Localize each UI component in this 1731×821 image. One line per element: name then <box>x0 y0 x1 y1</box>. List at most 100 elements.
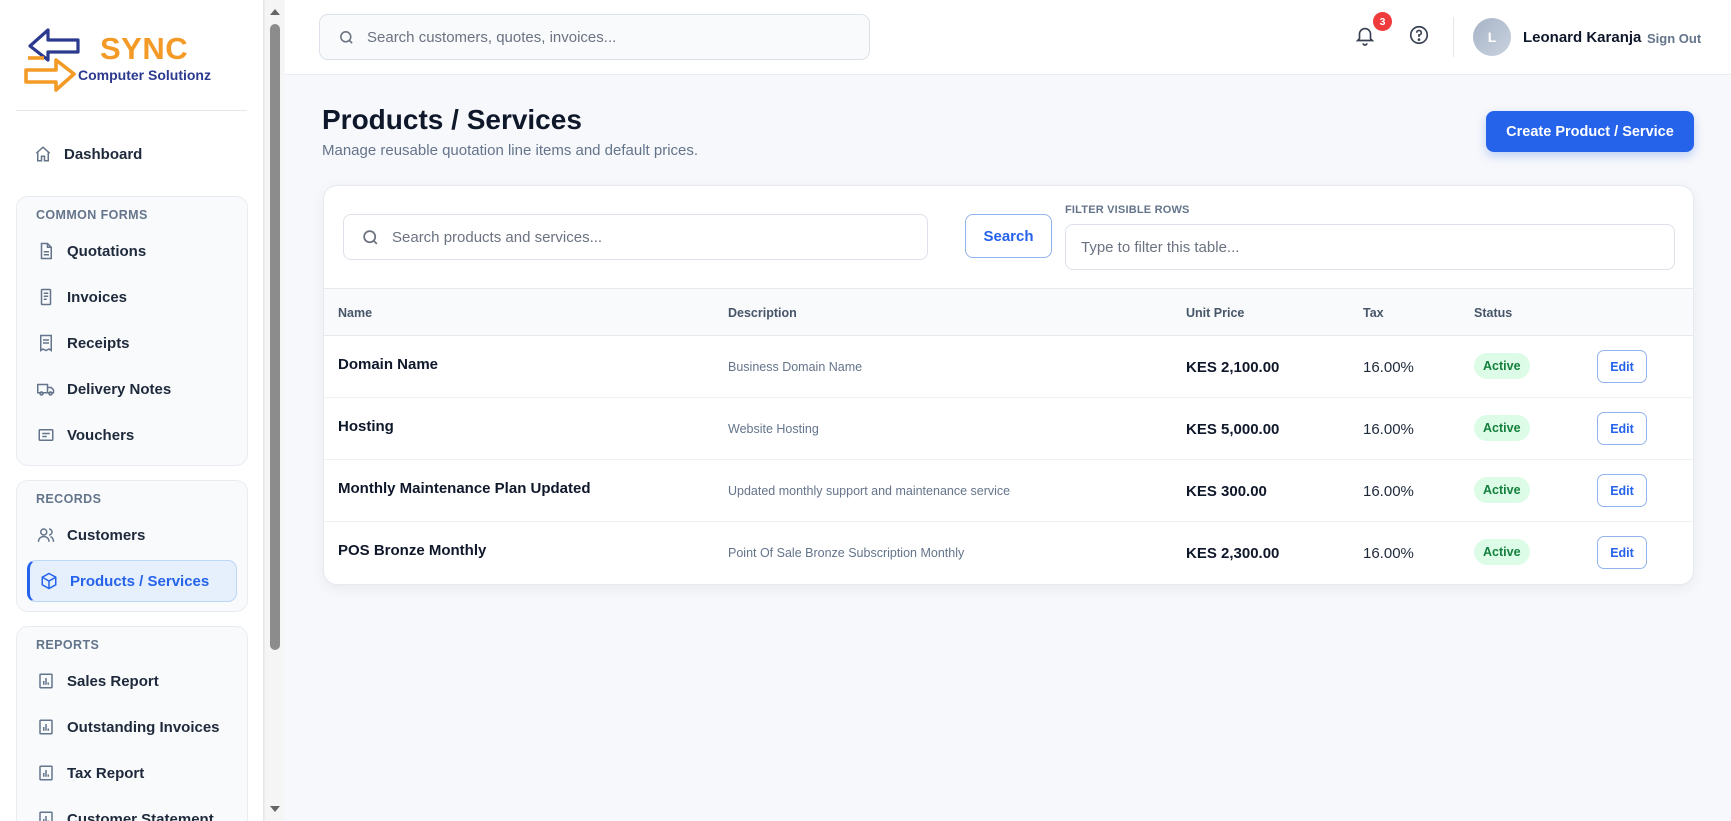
sidebar-item-receipts[interactable]: Receipts <box>37 329 130 357</box>
scroll-down-arrow-icon[interactable] <box>270 806 280 812</box>
edit-button[interactable]: Edit <box>1597 536 1647 569</box>
sidebar-item-dashboard[interactable]: Dashboard <box>34 140 142 168</box>
column-header-status[interactable]: Status <box>1474 306 1512 320</box>
column-header-unit-price[interactable]: Unit Price <box>1186 306 1244 320</box>
group-title: REPORTS <box>36 638 100 652</box>
tax-rate: 16.00% <box>1363 359 1414 376</box>
sidebar-item-label: Products / Services <box>70 572 210 590</box>
page-subtitle: Manage reusable quotation line items and… <box>322 142 699 159</box>
group-title: RECORDS <box>36 492 102 506</box>
unit-price: KES 2,100.00 <box>1186 359 1280 376</box>
report-icon <box>37 810 55 821</box>
product-name: Hosting <box>338 418 394 435</box>
sidebar-item-label: Sales Report <box>67 672 159 690</box>
brand-name: SYNC <box>100 31 189 66</box>
table-row: Monthly Maintenance Plan Updated Updated… <box>324 460 1693 522</box>
sidebar-item-products-services[interactable]: Products / Services <box>27 560 237 602</box>
column-header-tax[interactable]: Tax <box>1363 306 1384 320</box>
sidebar-item-label: Quotations <box>67 242 147 260</box>
search-icon <box>361 228 380 247</box>
topbar: 3 L Leonard Karanja Sign Out <box>285 0 1731 75</box>
sidebar-item-tax-report[interactable]: Tax Report <box>37 759 144 787</box>
filter-rows-input[interactable] <box>1065 224 1675 270</box>
sidebar-scrollbar[interactable] <box>264 0 284 821</box>
nav-group-reports: REPORTS Sales Report Outstanding Invoice… <box>16 626 248 821</box>
tax-rate: 16.00% <box>1363 483 1414 500</box>
avatar[interactable]: L <box>1473 18 1511 56</box>
status-badge: Active <box>1474 477 1530 503</box>
report-icon <box>37 672 55 690</box>
sidebar-item-label: Tax Report <box>67 764 145 782</box>
page-title: Products / Services <box>322 104 582 135</box>
user-name: Leonard Karanja <box>1523 29 1642 46</box>
logo-arrows-icon <box>24 28 80 92</box>
sidebar-item-label: Customers <box>67 526 146 544</box>
sidebar-item-label: Invoices <box>67 288 128 306</box>
table-row: Domain Name Business Domain Name KES 2,1… <box>324 336 1693 398</box>
table-row: POS Bronze Monthly Point Of Sale Bronze … <box>324 522 1693 584</box>
products-card: Search FILTER VISIBLE ROWS Name Descript… <box>323 185 1694 585</box>
unit-price: KES 300.00 <box>1186 483 1267 500</box>
sidebar-item-label: Receipts <box>67 334 130 352</box>
sidebar-item-quotations[interactable]: Quotations <box>37 237 146 265</box>
help-icon[interactable] <box>1408 24 1432 48</box>
global-search-input[interactable] <box>367 28 847 46</box>
divider <box>16 110 247 111</box>
status-badge: Active <box>1474 539 1530 565</box>
product-description: Website Hosting <box>728 422 819 436</box>
edit-button[interactable]: Edit <box>1597 350 1647 383</box>
notification-badge: 3 <box>1373 12 1392 31</box>
sidebar-item-vouchers[interactable]: Vouchers <box>37 421 134 449</box>
edit-button[interactable]: Edit <box>1597 474 1647 507</box>
tax-rate: 16.00% <box>1363 545 1414 562</box>
table-header: Name Description Unit Price Tax Status <box>324 288 1693 336</box>
receipt-icon <box>37 334 55 352</box>
product-description: Business Domain Name <box>728 360 863 374</box>
sidebar-item-label: Dashboard <box>64 145 143 163</box>
sidebar-item-label: Outstanding Invoices <box>67 718 220 736</box>
nav-group-common-forms: COMMON FORMS Quotations Invoices Receipt… <box>16 196 248 466</box>
table-row: Hosting Website Hosting KES 5,000.00 16.… <box>324 398 1693 460</box>
report-icon <box>37 718 55 736</box>
sign-out-link[interactable]: Sign Out <box>1647 31 1701 46</box>
product-name: Domain Name <box>338 356 439 373</box>
product-name: Monthly Maintenance Plan Updated <box>338 480 591 497</box>
product-search[interactable] <box>343 214 928 260</box>
sidebar-item-label: Vouchers <box>67 426 135 444</box>
search-button[interactable]: Search <box>965 214 1052 258</box>
voucher-icon <box>37 426 55 444</box>
box-icon <box>40 572 58 590</box>
search-icon <box>338 29 355 46</box>
group-title: COMMON FORMS <box>36 208 148 222</box>
unit-price: KES 2,300.00 <box>1186 545 1280 562</box>
sidebar-item-outstanding-invoices[interactable]: Outstanding Invoices <box>37 713 220 741</box>
brand-logo[interactable]: SYNC Computer Solutionz <box>22 28 222 96</box>
sidebar-item-customers[interactable]: Customers <box>37 521 145 549</box>
sidebar-item-customer-statement[interactable]: Customer Statement <box>37 805 214 821</box>
scroll-up-arrow-icon[interactable] <box>270 9 280 15</box>
nav-group-records: RECORDS Customers Products / Services <box>16 480 248 612</box>
scroll-thumb[interactable] <box>270 24 280 650</box>
brand-tagline: Computer Solutionz <box>78 67 211 83</box>
product-description: Point Of Sale Bronze Subscription Monthl… <box>728 546 965 560</box>
column-header-description[interactable]: Description <box>728 306 797 320</box>
column-header-name[interactable]: Name <box>338 306 372 320</box>
sidebar-item-invoices[interactable]: Invoices <box>37 283 127 311</box>
create-product-button[interactable]: Create Product / Service <box>1486 111 1694 152</box>
sidebar-item-sales-report[interactable]: Sales Report <box>37 667 159 695</box>
edit-button[interactable]: Edit <box>1597 412 1647 445</box>
unit-price: KES 5,000.00 <box>1186 421 1280 438</box>
product-description: Updated monthly support and maintenance … <box>728 484 1011 498</box>
status-badge: Active <box>1474 415 1530 441</box>
sidebar-item-label: Delivery Notes <box>67 380 172 398</box>
tax-rate: 16.00% <box>1363 421 1414 438</box>
users-icon <box>37 526 55 544</box>
truck-icon <box>37 380 55 398</box>
status-badge: Active <box>1474 353 1530 379</box>
global-search[interactable] <box>319 14 870 60</box>
sidebar-item-delivery-notes[interactable]: Delivery Notes <box>37 375 171 403</box>
filter-label: FILTER VISIBLE ROWS <box>1065 204 1190 216</box>
home-icon <box>34 145 52 163</box>
product-name: POS Bronze Monthly <box>338 542 487 559</box>
product-search-input[interactable] <box>392 228 912 246</box>
